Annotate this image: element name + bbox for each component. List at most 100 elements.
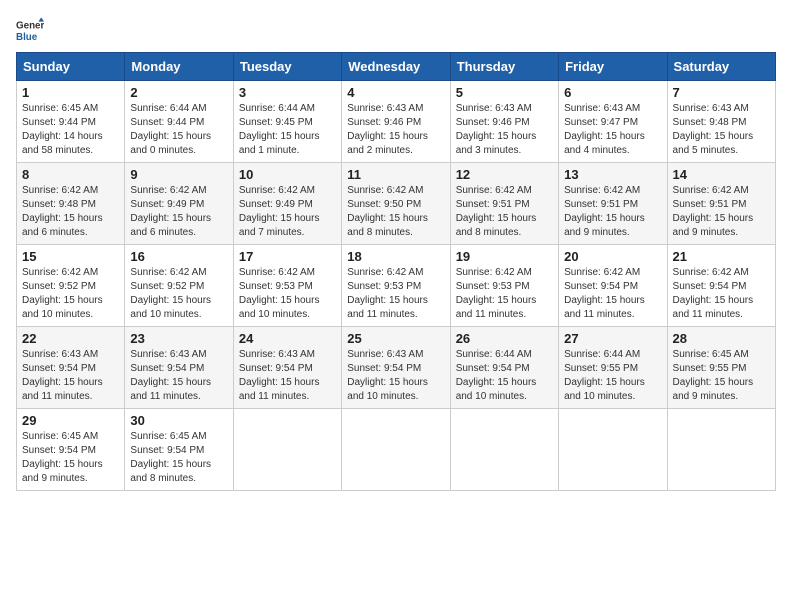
day-detail: Sunrise: 6:43 AMSunset: 9:48 PMDaylight:… [673, 102, 770, 158]
day-number: 6 [564, 85, 661, 100]
calendar-day-cell: 30 Sunrise: 6:45 AMSunset: 9:54 PMDayligh… [125, 409, 233, 491]
calendar-day-cell: 17 Sunrise: 6:42 AMSunset: 9:53 PMDayligh… [233, 245, 341, 327]
day-number: 22 [22, 331, 119, 346]
day-number: 29 [22, 413, 119, 428]
day-detail: Sunrise: 6:43 AMSunset: 9:54 PMDaylight:… [130, 348, 227, 404]
calendar-week-row: 29 Sunrise: 6:45 AMSunset: 9:54 PMDayligh… [17, 409, 776, 491]
calendar-day-cell: 2 Sunrise: 6:44 AMSunset: 9:44 PMDaylight… [125, 81, 233, 163]
calendar-day-cell: 8 Sunrise: 6:42 AMSunset: 9:48 PMDaylight… [17, 163, 125, 245]
calendar-day-cell [559, 409, 667, 491]
day-detail: Sunrise: 6:44 AMSunset: 9:54 PMDaylight:… [456, 348, 553, 404]
day-detail: Sunrise: 6:42 AMSunset: 9:53 PMDaylight:… [239, 266, 336, 322]
day-of-week-header: Tuesday [233, 53, 341, 81]
calendar-day-cell: 6 Sunrise: 6:43 AMSunset: 9:47 PMDaylight… [559, 81, 667, 163]
day-number: 19 [456, 249, 553, 264]
calendar-table: SundayMondayTuesdayWednesdayThursdayFrid… [16, 52, 776, 491]
page-header: General Blue [16, 16, 776, 44]
day-detail: Sunrise: 6:45 AMSunset: 9:44 PMDaylight:… [22, 102, 119, 158]
calendar-day-cell: 13Sunrise: 6:42 AMSunset: 9:51 PMDayligh… [559, 163, 667, 245]
day-number: 16 [130, 249, 227, 264]
day-detail: Sunrise: 6:44 AMSunset: 9:55 PMDaylight:… [564, 348, 661, 404]
calendar-day-cell: 5 Sunrise: 6:43 AMSunset: 9:46 PMDaylight… [450, 81, 558, 163]
day-detail: Sunrise: 6:42 AMSunset: 9:51 PMDaylight:… [456, 184, 553, 240]
day-of-week-header: Monday [125, 53, 233, 81]
day-detail: Sunrise: 6:42 AMSunset: 9:48 PMDaylight:… [22, 184, 119, 240]
day-number: 17 [239, 249, 336, 264]
day-number: 13 [564, 167, 661, 182]
calendar-day-cell: 1 Sunrise: 6:45 AMSunset: 9:44 PMDaylight… [17, 81, 125, 163]
calendar-week-row: 22 Sunrise: 6:43 AMSunset: 9:54 PMDayligh… [17, 327, 776, 409]
day-number: 24 [239, 331, 336, 346]
calendar-day-cell: 10Sunrise: 6:42 AMSunset: 9:49 PMDayligh… [233, 163, 341, 245]
calendar-day-cell: 12 Sunrise: 6:42 AMSunset: 9:51 PMDayligh… [450, 163, 558, 245]
day-detail: Sunrise: 6:45 AMSunset: 9:54 PMDaylight:… [22, 430, 119, 486]
calendar-day-cell: 20Sunrise: 6:42 AMSunset: 9:54 PMDayligh… [559, 245, 667, 327]
day-detail: Sunrise: 6:42 AMSunset: 9:49 PMDaylight:… [130, 184, 227, 240]
calendar-header-row: SundayMondayTuesdayWednesdayThursdayFrid… [17, 53, 776, 81]
calendar-day-cell: 24Sunrise: 6:43 AMSunset: 9:54 PMDayligh… [233, 327, 341, 409]
calendar-week-row: 15Sunrise: 6:42 AMSunset: 9:52 PMDayligh… [17, 245, 776, 327]
calendar-day-cell: 25 Sunrise: 6:43 AMSunset: 9:54 PMDayligh… [342, 327, 450, 409]
day-detail: Sunrise: 6:42 AMSunset: 9:51 PMDaylight:… [673, 184, 770, 240]
day-number: 23 [130, 331, 227, 346]
day-of-week-header: Thursday [450, 53, 558, 81]
calendar-day-cell: 15Sunrise: 6:42 AMSunset: 9:52 PMDayligh… [17, 245, 125, 327]
day-detail: Sunrise: 6:42 AMSunset: 9:52 PMDaylight:… [130, 266, 227, 322]
calendar-day-cell: 18 Sunrise: 6:42 AMSunset: 9:53 PMDayligh… [342, 245, 450, 327]
day-of-week-header: Friday [559, 53, 667, 81]
day-of-week-header: Sunday [17, 53, 125, 81]
day-number: 12 [456, 167, 553, 182]
calendar-day-cell: 3Sunrise: 6:44 AMSunset: 9:45 PMDaylight… [233, 81, 341, 163]
calendar-week-row: 1 Sunrise: 6:45 AMSunset: 9:44 PMDaylight… [17, 81, 776, 163]
day-number: 25 [347, 331, 444, 346]
day-detail: Sunrise: 6:42 AMSunset: 9:53 PMDaylight:… [347, 266, 444, 322]
calendar-day-cell [450, 409, 558, 491]
day-of-week-header: Saturday [667, 53, 775, 81]
day-detail: Sunrise: 6:43 AMSunset: 9:46 PMDaylight:… [347, 102, 444, 158]
day-number: 10 [239, 167, 336, 182]
day-number: 26 [456, 331, 553, 346]
day-number: 5 [456, 85, 553, 100]
day-number: 27 [564, 331, 661, 346]
day-number: 1 [22, 85, 119, 100]
calendar-day-cell: 11Sunrise: 6:42 AMSunset: 9:50 PMDayligh… [342, 163, 450, 245]
day-detail: Sunrise: 6:44 AMSunset: 9:44 PMDaylight:… [130, 102, 227, 158]
svg-text:Blue: Blue [16, 32, 38, 43]
day-number: 8 [22, 167, 119, 182]
calendar-day-cell: 19 Sunrise: 6:42 AMSunset: 9:53 PMDayligh… [450, 245, 558, 327]
svg-text:General: General [16, 21, 44, 32]
day-number: 4 [347, 85, 444, 100]
day-number: 9 [130, 167, 227, 182]
calendar-week-row: 8 Sunrise: 6:42 AMSunset: 9:48 PMDaylight… [17, 163, 776, 245]
day-detail: Sunrise: 6:42 AMSunset: 9:54 PMDaylight:… [564, 266, 661, 322]
calendar-day-cell: 4 Sunrise: 6:43 AMSunset: 9:46 PMDaylight… [342, 81, 450, 163]
calendar-day-cell: 9 Sunrise: 6:42 AMSunset: 9:49 PMDaylight… [125, 163, 233, 245]
day-number: 14 [673, 167, 770, 182]
logo: General Blue [16, 16, 44, 44]
day-detail: Sunrise: 6:42 AMSunset: 9:53 PMDaylight:… [456, 266, 553, 322]
calendar-day-cell: 28 Sunrise: 6:45 AMSunset: 9:55 PMDayligh… [667, 327, 775, 409]
calendar-day-cell: 21Sunrise: 6:42 AMSunset: 9:54 PMDayligh… [667, 245, 775, 327]
day-number: 18 [347, 249, 444, 264]
calendar-day-cell: 27 Sunrise: 6:44 AMSunset: 9:55 PMDayligh… [559, 327, 667, 409]
day-number: 30 [130, 413, 227, 428]
day-detail: Sunrise: 6:43 AMSunset: 9:47 PMDaylight:… [564, 102, 661, 158]
calendar-day-cell [342, 409, 450, 491]
calendar-day-cell: 16 Sunrise: 6:42 AMSunset: 9:52 PMDayligh… [125, 245, 233, 327]
day-detail: Sunrise: 6:43 AMSunset: 9:46 PMDaylight:… [456, 102, 553, 158]
calendar-day-cell: 14 Sunrise: 6:42 AMSunset: 9:51 PMDayligh… [667, 163, 775, 245]
day-number: 28 [673, 331, 770, 346]
day-detail: Sunrise: 6:42 AMSunset: 9:54 PMDaylight:… [673, 266, 770, 322]
day-number: 2 [130, 85, 227, 100]
day-of-week-header: Wednesday [342, 53, 450, 81]
day-number: 11 [347, 167, 444, 182]
day-detail: Sunrise: 6:45 AMSunset: 9:54 PMDaylight:… [130, 430, 227, 486]
calendar-day-cell: 7Sunrise: 6:43 AMSunset: 9:48 PMDaylight… [667, 81, 775, 163]
calendar-day-cell: 23 Sunrise: 6:43 AMSunset: 9:54 PMDayligh… [125, 327, 233, 409]
day-detail: Sunrise: 6:43 AMSunset: 9:54 PMDaylight:… [22, 348, 119, 404]
calendar-day-cell: 22 Sunrise: 6:43 AMSunset: 9:54 PMDayligh… [17, 327, 125, 409]
day-detail: Sunrise: 6:45 AMSunset: 9:55 PMDaylight:… [673, 348, 770, 404]
day-detail: Sunrise: 6:43 AMSunset: 9:54 PMDaylight:… [347, 348, 444, 404]
calendar-day-cell [667, 409, 775, 491]
calendar-day-cell: 29 Sunrise: 6:45 AMSunset: 9:54 PMDayligh… [17, 409, 125, 491]
